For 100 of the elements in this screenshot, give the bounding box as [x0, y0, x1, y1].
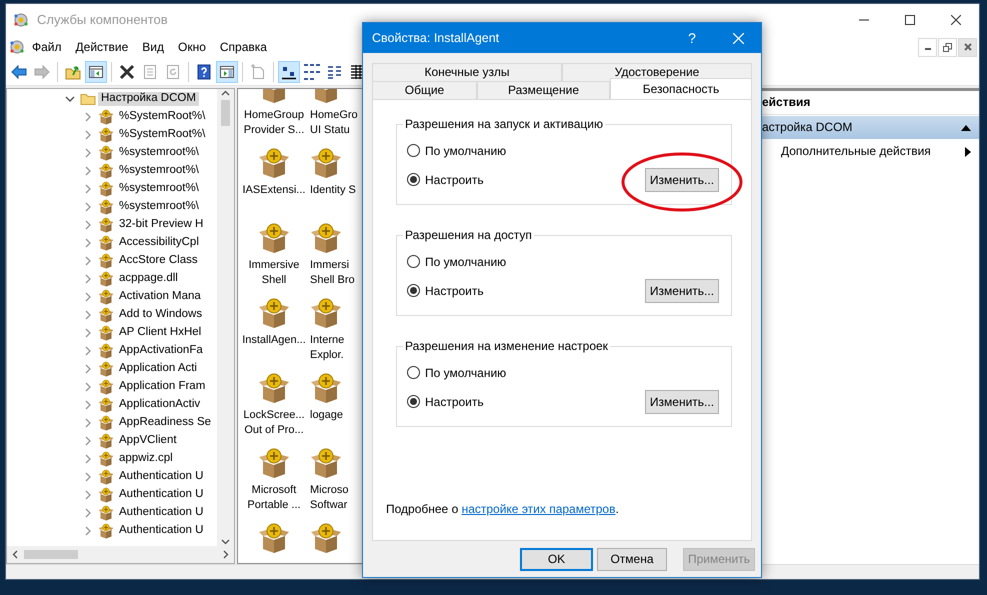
tab[interactable]: Общие [372, 81, 477, 99]
edit-button[interactable]: Изменить... [645, 279, 719, 303]
tree-item[interactable]: AppReadiness Se [116, 416, 214, 430]
tree-item[interactable]: Authentication U [116, 470, 206, 484]
edit-button[interactable]: Изменить... [645, 390, 719, 414]
radio-button[interactable] [407, 144, 420, 158]
large-icons-button[interactable] [278, 60, 300, 82]
radio-label[interactable]: По умолчанию [425, 144, 506, 158]
close-button[interactable] [958, 38, 977, 56]
tree-item[interactable]: Authentication U [116, 524, 206, 538]
chevron-right-icon[interactable] [83, 292, 93, 302]
tree-item[interactable]: appwiz.cpl [116, 452, 176, 466]
component-item[interactable]: InstallAgen... [239, 297, 309, 372]
chevron-right-icon[interactable] [83, 382, 93, 392]
radio-label[interactable]: Настроить [425, 394, 484, 410]
chevron-right-icon[interactable] [83, 238, 93, 248]
edit-button[interactable]: Изменить... [645, 168, 719, 192]
tree-item[interactable]: AppActivationFa [116, 344, 206, 358]
component-item[interactable]: Identity S [309, 147, 389, 222]
menu-item[interactable]: Справка [212, 40, 274, 54]
scroll-thumb[interactable] [221, 100, 230, 126]
chevron-right-icon[interactable] [83, 112, 93, 122]
chevron-right-icon[interactable] [83, 436, 93, 446]
component-item[interactable]: Immersive Shell [239, 222, 309, 297]
chevron-right-icon[interactable] [83, 274, 93, 284]
tree-item[interactable]: %systemroot%\ [116, 200, 202, 214]
chevron-right-icon[interactable] [83, 148, 93, 158]
ok-button[interactable]: OK [520, 548, 593, 571]
radio-button[interactable] [407, 366, 420, 380]
action-item[interactable]: Дополнительные действия [754, 140, 979, 163]
chevron-right-icon[interactable] [83, 454, 93, 464]
component-item[interactable]: Interne Explor. [309, 297, 389, 372]
console-tree-button[interactable] [85, 60, 107, 82]
tree-item[interactable]: Application Acti [116, 362, 200, 376]
chevron-right-icon[interactable] [83, 130, 93, 140]
menu-item[interactable]: Окно [171, 40, 213, 54]
component-item[interactable]: HomeGroup Provider S... [239, 89, 309, 147]
chevron-right-icon[interactable] [83, 220, 93, 230]
radio-button[interactable] [407, 284, 420, 298]
chevron-right-icon[interactable] [83, 202, 93, 212]
tree-item[interactable]: acppage.dll [116, 272, 181, 286]
menu-item[interactable]: Действие [68, 40, 136, 54]
chevron-down-icon[interactable] [65, 94, 75, 104]
chevron-right-icon[interactable] [83, 328, 93, 338]
component-item[interactable]: Microsoft Portable ... [239, 447, 309, 522]
tree-item[interactable]: Authentication U [116, 506, 206, 520]
component-item[interactable]: Immersi Shell Bro [309, 222, 389, 297]
component-item[interactable]: LockScree... Out of Pro... [239, 372, 309, 447]
menu-item[interactable]: Вид [135, 40, 171, 54]
radio-button[interactable] [407, 255, 420, 268]
component-item[interactable]: IASExtensi... [239, 147, 309, 222]
tab[interactable]: Конечные узлы [372, 63, 562, 81]
tree-item[interactable]: Настройка DCOM [98, 92, 199, 106]
tree-item[interactable]: AP Client HxHel [116, 326, 204, 340]
radio-button[interactable] [407, 395, 420, 408]
scroll-thumb[interactable] [24, 550, 78, 559]
chevron-right-icon[interactable] [83, 508, 93, 518]
radio-button[interactable] [407, 173, 420, 186]
radio-label[interactable]: По умолчанию [425, 254, 506, 270]
vertical-scrollbar[interactable] [217, 89, 234, 546]
component-item[interactable]: logage [309, 372, 389, 447]
chevron-right-icon[interactable] [83, 472, 93, 482]
tree-item[interactable]: 32-bit Preview H [116, 218, 206, 232]
tab[interactable]: Безопасность [610, 78, 752, 99]
tree-item[interactable]: %SystemRoot%\ [116, 110, 208, 124]
tree-item[interactable]: Application Fram [116, 380, 208, 394]
tree-item[interactable]: %systemroot%\ [116, 182, 202, 196]
chevron-right-icon[interactable] [83, 418, 93, 428]
chevron-right-icon[interactable] [83, 490, 93, 500]
tree-item[interactable]: %SystemRoot%\ [116, 128, 208, 142]
minimize-button[interactable] [918, 38, 937, 56]
chevron-right-icon[interactable] [83, 400, 93, 410]
chevron-right-icon[interactable] [83, 184, 93, 194]
chevron-right-icon[interactable] [83, 364, 93, 374]
chevron-right-icon[interactable] [83, 346, 93, 356]
tree-item[interactable]: Add to Windows [116, 308, 206, 322]
component-icon [98, 325, 114, 341]
tree-item[interactable]: AccStore Class [116, 254, 201, 268]
settings-link[interactable]: настройке этих параметров [462, 502, 616, 516]
tree-item[interactable]: AccessibilityCpl [116, 236, 202, 250]
action-pane-button[interactable] [216, 60, 238, 82]
tree-item[interactable]: %systemroot%\ [116, 146, 202, 160]
radio-label[interactable]: По умолчанию [425, 366, 506, 380]
tab[interactable]: Размещение [477, 81, 610, 99]
restore-button[interactable] [938, 38, 957, 56]
tree-item[interactable]: %systemroot%\ [116, 164, 202, 178]
radio-label[interactable]: Настроить [425, 172, 484, 188]
chevron-right-icon[interactable] [83, 310, 93, 320]
horizontal-scrollbar[interactable] [7, 546, 234, 563]
tree-item[interactable]: Activation Mana [116, 290, 204, 304]
tree-item[interactable]: AppVClient [116, 434, 180, 448]
chevron-right-icon[interactable] [83, 166, 93, 176]
chevron-right-icon[interactable] [83, 256, 93, 266]
cancel-button[interactable]: Отмена [597, 548, 667, 571]
menu-item[interactable]: Файл [25, 40, 69, 54]
tree-item[interactable]: ApplicationActiv [116, 398, 204, 412]
radio-label[interactable]: Настроить [425, 284, 484, 298]
help-button[interactable]: ? [669, 23, 715, 53]
tree-item[interactable]: Authentication U [116, 488, 206, 502]
chevron-right-icon[interactable] [83, 526, 93, 536]
